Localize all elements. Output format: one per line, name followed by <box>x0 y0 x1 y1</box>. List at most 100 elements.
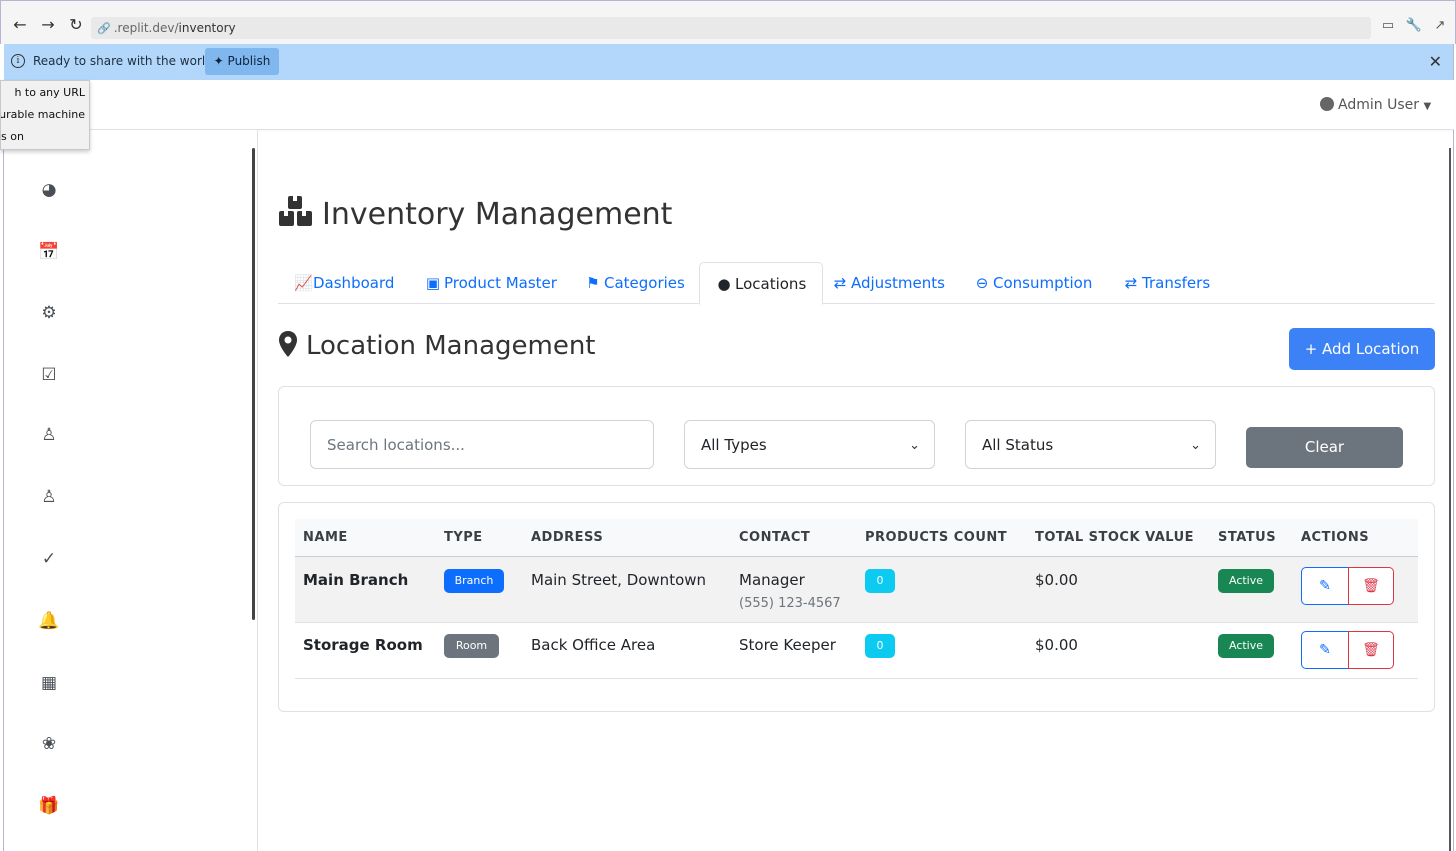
users-group-icon[interactable]: ♙ <box>38 486 60 508</box>
map-marker-icon <box>279 331 297 357</box>
chevron-down-icon: ⌄ <box>1190 438 1201 453</box>
trash-icon: 🗑 <box>1362 642 1380 658</box>
section-title: Location Management <box>278 330 596 361</box>
user-check-icon[interactable]: ✓ <box>38 548 60 570</box>
browser-toolbar: ← → ↻ 🔗 .replit.dev/inventory ▭ 🔧 ↗ <box>0 0 1456 44</box>
map-marker-icon: ● <box>717 275 731 293</box>
dashboard-gauge-icon[interactable]: ◕ <box>38 179 60 201</box>
location-name: Storage Room <box>303 636 423 654</box>
tab-locations[interactable]: ● Locations <box>699 262 824 305</box>
user-circle-icon <box>1320 97 1334 111</box>
wrench-icon[interactable]: 🔧 <box>1405 18 1423 36</box>
bell-icon[interactable]: 🔔 <box>38 610 60 632</box>
delete-button[interactable]: 🗑 <box>1348 567 1394 605</box>
edit-button[interactable]: ✎ <box>1301 567 1349 605</box>
column-header[interactable]: TYPE <box>444 530 483 545</box>
users-icon[interactable]: ♙ <box>38 424 60 446</box>
box-icon: ▣ <box>425 274 441 292</box>
tab-dashboard[interactable]: 📈Dashboard <box>278 262 410 304</box>
edit-icon: ✎ <box>1319 642 1331 658</box>
location-name: Main Branch <box>303 571 409 589</box>
column-header[interactable]: ADDRESS <box>531 530 603 545</box>
tab-label: Locations <box>735 275 807 293</box>
location-phone: (555) 123-4567 <box>739 596 841 611</box>
link-icon: 🔗 <box>97 22 111 35</box>
exchange-icon: ⇄ <box>833 274 847 292</box>
spa-icon[interactable]: ❀ <box>38 733 60 755</box>
tooltip-line: h to any URL <box>14 86 85 99</box>
tab-label: Transfers <box>1142 274 1211 292</box>
status-badge: Active <box>1218 569 1274 593</box>
products-count-badge: 0 <box>865 569 895 593</box>
sidebar-scrollbar[interactable] <box>252 148 255 620</box>
devices-icon[interactable]: ▭ <box>1379 18 1397 36</box>
close-icon[interactable]: ✕ <box>1429 52 1442 71</box>
cash-register-icon[interactable]: ▦ <box>38 672 60 694</box>
inventory-tabs: 📈Dashboard ▣ Product Master ⚑ Categories ●… <box>278 262 1435 305</box>
banner-message: Ready to share with the world? <box>33 54 220 68</box>
tab-label: Adjustments <box>851 274 945 292</box>
user-menu[interactable]: Admin User ▼ <box>1320 97 1431 113</box>
tab-label: Consumption <box>993 274 1093 292</box>
delete-button[interactable]: 🗑 <box>1348 631 1394 669</box>
calendar-check-icon[interactable]: ☑ <box>38 364 60 386</box>
type-badge: Room <box>444 634 499 658</box>
app-header <box>4 80 1454 130</box>
boxes-icon <box>279 196 312 226</box>
publish-button[interactable]: ✦ Publish <box>205 48 279 75</box>
users-gear-icon[interactable]: ⚙ <box>38 302 60 324</box>
type-select-value: All Types <box>701 436 767 454</box>
page-scrollbar[interactable] <box>1449 148 1451 851</box>
forward-arrow-icon[interactable]: → <box>38 15 58 35</box>
tags-icon: ⚑ <box>586 274 600 292</box>
column-header[interactable]: STATUS <box>1218 530 1276 545</box>
minus-circle-icon: ⊖ <box>975 274 989 292</box>
column-header[interactable]: CONTACT <box>739 530 810 545</box>
tab-label: Dashboard <box>313 274 395 292</box>
page-title: Inventory Management <box>278 194 672 232</box>
trash-icon: 🗑 <box>1362 578 1380 594</box>
stock-value: $0.00 <box>1035 636 1078 654</box>
url-path: inventory <box>178 21 236 35</box>
search-input[interactable] <box>310 420 654 469</box>
page-title-text: Inventory Management <box>322 197 673 232</box>
open-external-icon[interactable]: ↗ <box>1431 18 1449 36</box>
gift-icon[interactable]: 🎁 <box>38 795 60 817</box>
column-header[interactable]: PRODUCTS COUNT <box>865 530 1007 545</box>
back-arrow-icon[interactable]: ← <box>10 15 30 35</box>
publish-banner: i Ready to share with the world? ✦ Publi… <box>4 44 1454 80</box>
column-header[interactable]: TOTAL STOCK VALUE <box>1035 530 1194 545</box>
tab-label: Categories <box>604 274 685 292</box>
column-header: ACTIONS <box>1301 530 1370 545</box>
url-host: .replit.dev/ <box>113 21 179 35</box>
location-address: Main Street, Downtown <box>531 571 707 589</box>
location-contact: Store Keeper <box>739 636 836 654</box>
status-select-value: All Status <box>982 436 1054 454</box>
chart-line-icon: 📈 <box>294 274 313 292</box>
user-name: Admin User <box>1338 97 1419 113</box>
column-header[interactable]: NAME <box>303 530 348 545</box>
section-title-text: Location Management <box>306 331 596 361</box>
add-location-button[interactable]: + Add Location <box>1289 328 1435 370</box>
tab-consumption[interactable]: ⊖ Consumption <box>958 262 1108 304</box>
address-bar[interactable]: 🔗 .replit.dev/inventory <box>91 17 1371 39</box>
calendar-icon[interactable]: 📅 <box>38 241 60 263</box>
type-select[interactable]: All Types ⌄ <box>684 420 935 469</box>
window-border-right <box>1453 44 1454 851</box>
tab-product-master[interactable]: ▣ Product Master <box>409 262 573 304</box>
products-count-badge: 0 <box>865 634 895 658</box>
type-badge: Branch <box>444 569 504 593</box>
edit-button[interactable]: ✎ <box>1301 631 1349 669</box>
clear-button[interactable]: Clear <box>1246 427 1403 468</box>
chevron-down-icon: ⌄ <box>909 438 920 453</box>
tab-categories[interactable]: ⚑ Categories <box>569 262 701 304</box>
feature-tooltip: h to any URL gurable machine s on <box>0 80 90 150</box>
status-select[interactable]: All Status ⌄ <box>965 420 1216 469</box>
caret-down-icon: ▼ <box>1423 101 1432 112</box>
tab-transfers[interactable]: ⇄ Transfers <box>1107 262 1226 304</box>
stock-value: $0.00 <box>1035 571 1078 589</box>
status-badge: Active <box>1218 634 1274 658</box>
publish-label: Publish <box>227 54 271 68</box>
tab-adjustments[interactable]: ⇄ Adjustments <box>816 262 961 304</box>
reload-icon[interactable]: ↻ <box>66 15 86 35</box>
